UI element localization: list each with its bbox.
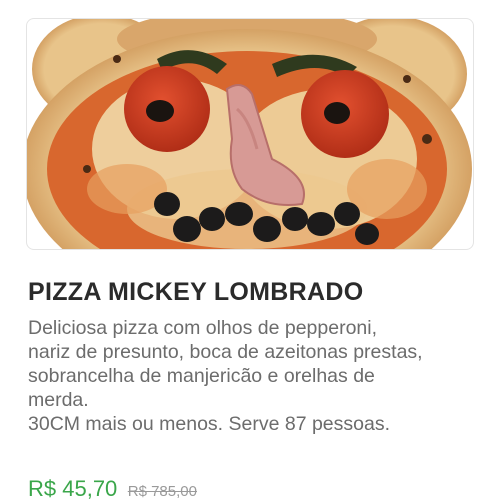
product-card: PIZZA MICKEY LOMBRADO Deliciosa pizza co… [0, 0, 500, 502]
description-line: merda. [28, 389, 89, 411]
product-description: Deliciosa pizza com olhos de pepperoni, … [28, 316, 478, 436]
description-line: 30CM mais ou menos. Serve 87 pessoas. [28, 413, 391, 435]
pizza-illustration [27, 19, 472, 249]
current-price: R$ 45,70 [28, 476, 118, 501]
description-line: nariz de presunto, boca de azeitonas pre… [28, 341, 423, 363]
price-row: R$ 45,70 R$ 785,00 [28, 476, 197, 502]
product-title: PIZZA MICKEY LOMBRADO [28, 278, 364, 306]
description-line: sobrancelha de manjericão e orelhas de [28, 365, 375, 387]
product-image[interactable] [26, 18, 474, 250]
description-line: Deliciosa pizza com olhos de pepperoni, [28, 317, 378, 339]
original-price: R$ 785,00 [127, 483, 197, 500]
